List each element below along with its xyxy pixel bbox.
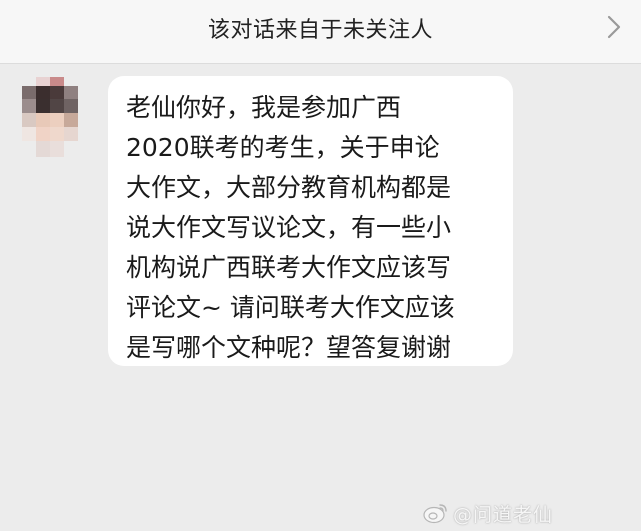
conversation-banner[interactable]: 该对话来自于未关注人 xyxy=(0,0,641,64)
message-line: 老仙你好，我是参加广西 xyxy=(126,93,402,122)
sender-avatar[interactable] xyxy=(22,77,78,157)
message-line: 评论文~ 请问联考大作文应该 xyxy=(126,293,455,322)
weibo-logo-icon xyxy=(423,504,447,524)
message-line: 机构说广西联考大作文应该写 xyxy=(126,253,452,282)
message-line: 大作文，大部分教育机构都是 xyxy=(126,173,452,202)
message-bubble[interactable]: 老仙你好，我是参加广西 2020联考的考生，关于申论 大作文，大部分教育机构都是… xyxy=(108,76,513,366)
watermark: @问道老仙 xyxy=(423,500,553,526)
message-line: 2020联考的考生，关于申论 xyxy=(126,133,440,162)
message-line: 说大作文写议论文，有一些小 xyxy=(126,213,452,242)
message-line: 是写哪个文种呢？望答复谢谢 xyxy=(126,333,452,362)
watermark-text: @问道老仙 xyxy=(452,503,553,526)
chevron-right-icon[interactable] xyxy=(605,14,623,40)
banner-text: 该对话来自于未关注人 xyxy=(207,18,433,43)
